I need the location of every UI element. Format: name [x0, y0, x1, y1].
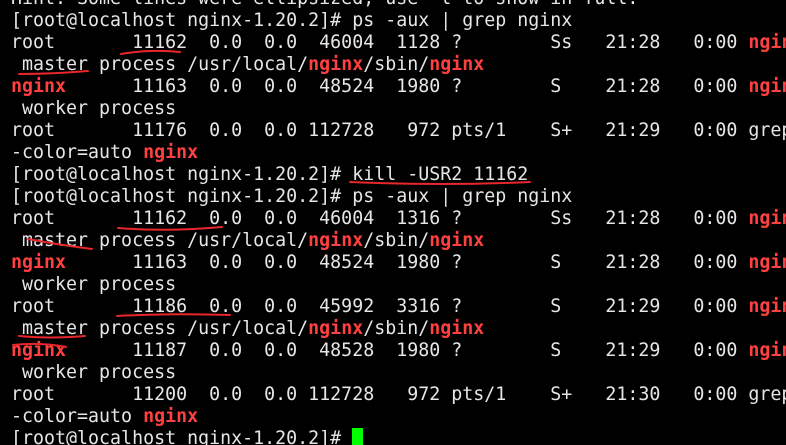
highlighted-match: nginx [308, 54, 364, 75]
terminal-text: [root@localhost nginx-1.20.2]# ps -aux |… [11, 10, 573, 31]
terminal-line: nginx 11163 0.0 0.0 48524 1980 ? S 21:28… [11, 252, 786, 274]
terminal-line: -color=auto nginx [11, 406, 198, 428]
terminal-text: root 11162 0.0 0.0 46004 1316 ? Ss 21:28… [11, 208, 749, 229]
terminal-line: master process /usr/local/nginx/sbin/ngi… [11, 230, 484, 252]
highlighted-match: nginx [429, 230, 485, 251]
highlighted-match: nginx [748, 32, 786, 53]
terminal-text: worker process [11, 362, 177, 383]
highlighted-match: nginx [429, 318, 485, 339]
terminal-line: root 11176 0.0 0.0 112728 972 pts/1 S+ 2… [11, 120, 786, 142]
terminal-text: 11163 0.0 0.0 48524 1980 ? S 21:28 0:00 [66, 76, 749, 97]
terminal-text: [root@localhost nginx-1.20.2]# [11, 428, 353, 445]
terminal-text: /sbin/ [363, 230, 430, 251]
highlighted-match: nginx [11, 340, 67, 361]
highlighted-match: nginx [748, 252, 786, 273]
terminal-text: root 11186 0.0 0.0 45992 3316 ? S 21:29 … [11, 296, 749, 317]
terminal-text: master process /usr/local/ [11, 54, 309, 75]
highlighted-match: nginx [308, 318, 364, 339]
highlighted-match: nginx [748, 340, 786, 361]
terminal-window[interactable]: Hint: Some lines were ellipsized, use -l… [0, 0, 786, 445]
terminal-text: /sbin/ [363, 54, 430, 75]
terminal-text: -color=auto [11, 406, 144, 427]
terminal-cursor [352, 428, 364, 445]
terminal-line: [root@localhost nginx-1.20.2]# kill -USR… [11, 164, 528, 186]
terminal-text: root 11162 0.0 0.0 46004 1128 ? Ss 21:28… [11, 32, 749, 53]
terminal-line: master process /usr/local/nginx/sbin/ngi… [11, 54, 484, 76]
terminal-text: root 11200 0.0 0.0 112728 972 pts/1 S+ 2… [11, 384, 786, 405]
terminal-text: worker process [11, 98, 177, 119]
terminal-line: worker process [11, 362, 176, 384]
terminal-line: Hint: Some lines were ellipsized, use -l… [11, 0, 638, 10]
terminal-line: [root@localhost nginx-1.20.2]# ps -aux |… [11, 10, 572, 32]
highlighted-match: nginx [11, 76, 67, 97]
terminal-text: 11163 0.0 0.0 48524 1980 ? S 21:28 0:00 [66, 252, 749, 273]
highlighted-match: nginx [748, 208, 786, 229]
terminal-text: worker process [11, 274, 177, 295]
terminal-line: root 11162 0.0 0.0 46004 1316 ? Ss 21:28… [11, 208, 786, 230]
terminal-line: root 11200 0.0 0.0 112728 972 pts/1 S+ 2… [11, 384, 786, 406]
terminal-text: -color=auto [11, 142, 144, 163]
highlighted-match: nginx [11, 252, 67, 273]
terminal-line: worker process [11, 98, 176, 120]
terminal-line: root 11186 0.0 0.0 45992 3316 ? S 21:29 … [11, 296, 786, 318]
terminal-line: worker process [11, 274, 176, 296]
highlighted-match: nginx [308, 230, 364, 251]
terminal-line: nginx 11187 0.0 0.0 48528 1980 ? S 21:29… [11, 340, 786, 362]
terminal-text: master process /usr/local/ [11, 230, 309, 251]
terminal-line: root 11162 0.0 0.0 46004 1128 ? Ss 21:28… [11, 32, 786, 54]
terminal-line: -color=auto nginx [11, 142, 198, 164]
highlighted-match: nginx [429, 54, 485, 75]
terminal-text: Hint: Some lines were ellipsized, use -l… [11, 0, 638, 9]
highlighted-match: nginx [143, 142, 199, 163]
terminal-line: nginx 11163 0.0 0.0 48524 1980 ? S 21:28… [11, 76, 786, 98]
highlighted-match: nginx [143, 406, 199, 427]
terminal-text: [root@localhost nginx-1.20.2]# kill -USR… [11, 164, 529, 185]
terminal-line: [root@localhost nginx-1.20.2]# [11, 428, 364, 445]
terminal-text: 11187 0.0 0.0 48528 1980 ? S 21:29 0:00 [66, 340, 749, 361]
terminal-text: root 11176 0.0 0.0 112728 972 pts/1 S+ 2… [11, 120, 786, 141]
highlighted-match: nginx [748, 76, 786, 97]
terminal-text: master process /usr/local/ [11, 318, 309, 339]
terminal-line: [root@localhost nginx-1.20.2]# ps -aux |… [11, 186, 572, 208]
highlighted-match: nginx [748, 296, 786, 317]
terminal-line: master process /usr/local/nginx/sbin/ngi… [11, 318, 484, 340]
terminal-text: /sbin/ [363, 318, 430, 339]
terminal-text: [root@localhost nginx-1.20.2]# ps -aux |… [11, 186, 573, 207]
